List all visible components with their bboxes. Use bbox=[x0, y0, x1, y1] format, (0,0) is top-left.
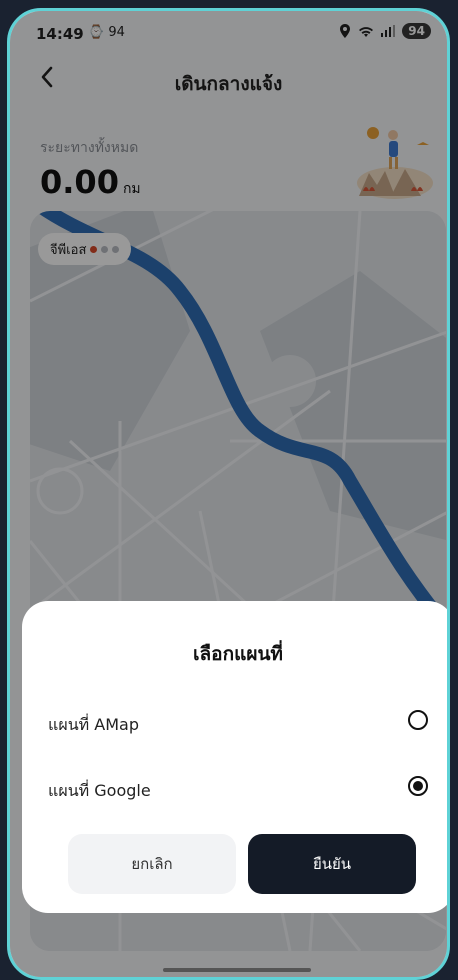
dialog-title: เลือกแผนที่ bbox=[193, 643, 283, 665]
map-select-dialog: เลือกแผนที่ แผนที่ AMap แผนที่ Google ยก… bbox=[22, 601, 447, 913]
option-amap[interactable]: แผนที่ AMap bbox=[48, 708, 428, 738]
home-indicator[interactable] bbox=[163, 968, 311, 972]
option-google-radio[interactable] bbox=[408, 776, 428, 796]
cancel-button[interactable]: ยกเลิก bbox=[68, 834, 236, 894]
option-google[interactable]: แผนที่ Google bbox=[48, 774, 428, 804]
option-amap-label: แผนที่ AMap bbox=[48, 715, 139, 734]
option-amap-radio[interactable] bbox=[408, 710, 428, 730]
option-google-label: แผนที่ Google bbox=[48, 781, 151, 800]
phone-frame: 14:49 ⌚ 94 94 เดินกลางแจ้ง ระยะทางทั้งหม… bbox=[7, 8, 450, 980]
confirm-button[interactable]: ยืนยัน bbox=[248, 834, 416, 894]
